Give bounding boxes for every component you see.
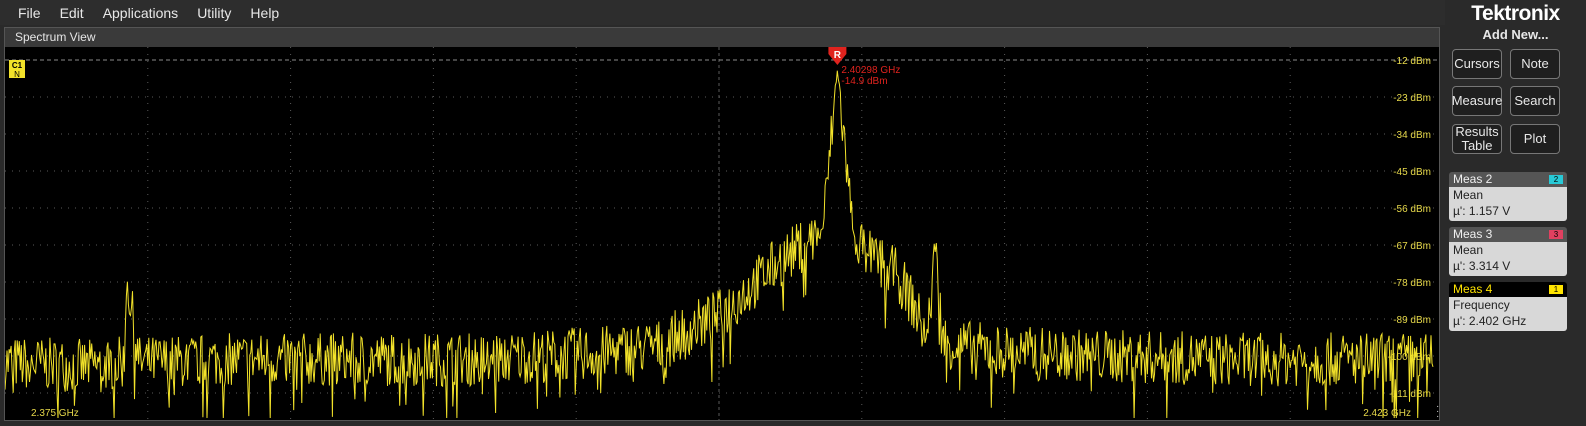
meas-3-title: Meas 3 xyxy=(1453,227,1493,241)
meas-3-header: Meas 3 3 xyxy=(1449,227,1567,242)
marker-frequency: 2.40298 GHz xyxy=(841,65,900,76)
meas-4-header: Meas 4 1 xyxy=(1449,282,1567,297)
marker-level: -14.9 dBm xyxy=(841,76,887,87)
menu-help[interactable]: Help xyxy=(250,5,298,21)
results-table-button[interactable]: Results Table xyxy=(1452,124,1502,154)
meas-3-type: Mean xyxy=(1453,243,1484,257)
meas-2-title: Meas 2 xyxy=(1453,172,1493,186)
menu-applications[interactable]: Applications xyxy=(103,5,198,21)
x-start-label: 2.375 GHz xyxy=(31,408,79,419)
meas-4-title: Meas 4 xyxy=(1453,282,1493,296)
y-tick-label: -56 dBm xyxy=(1393,204,1431,215)
y-tick-label: -67 dBm xyxy=(1393,241,1431,252)
y-tick-label: -23 dBm xyxy=(1393,93,1431,104)
spectrum-view-panel: Spectrum View -12 dBm -23 dBm -34 dBm -45 d… xyxy=(4,27,1440,421)
meas-2-source-tag: 2 xyxy=(1549,175,1563,184)
panel-title[interactable]: Spectrum View xyxy=(5,28,1439,47)
meas-4-badge[interactable]: Meas 4 1 Frequency µ': 2.402 GHz xyxy=(1449,282,1567,331)
meas-2-body: Mean µ': 1.157 V xyxy=(1449,187,1567,221)
channel-tag-label: C1 xyxy=(12,61,23,70)
menu-bar: File Edit Applications Utility Help xyxy=(0,0,1445,25)
add-new-heading: Add New... xyxy=(1482,27,1549,42)
meas-3-body: Mean µ': 3.314 V xyxy=(1449,242,1567,276)
right-sidebar: Tektronix Add New... Cursors Note Measur… xyxy=(1445,0,1586,426)
marker-letter: R xyxy=(834,50,842,61)
meas-3-source-tag: 3 xyxy=(1549,230,1563,239)
meas-4-source-tag: 1 xyxy=(1549,285,1563,294)
menu-file[interactable]: File xyxy=(0,5,60,21)
meas-2-header: Meas 2 2 xyxy=(1449,172,1567,187)
cursors-button[interactable]: Cursors xyxy=(1452,49,1502,79)
meas-3-badge[interactable]: Meas 3 3 Mean µ': 3.314 V xyxy=(1449,227,1567,276)
y-tick-label: -89 dBm xyxy=(1393,315,1431,326)
meas-4-value: µ': 2.402 GHz xyxy=(1453,314,1527,328)
menu-utility[interactable]: Utility xyxy=(197,5,250,21)
spectrum-plot[interactable]: -12 dBm -23 dBm -34 dBm -45 dBm -56 dBm -67 d… xyxy=(5,47,1439,420)
resize-grip-icon[interactable]: · · · xyxy=(1436,402,1440,422)
meas-4-type: Frequency xyxy=(1453,298,1510,312)
meas-4-body: Frequency µ': 2.402 GHz xyxy=(1449,297,1567,331)
channel-tag-sub: N xyxy=(14,70,20,79)
y-tick-label: -34 dBm xyxy=(1393,130,1431,141)
y-tick-label: -12 dBm xyxy=(1393,56,1431,67)
meas-2-type: Mean xyxy=(1453,188,1484,202)
search-button[interactable]: Search xyxy=(1510,86,1560,116)
meas-2-badge[interactable]: Meas 2 2 Mean µ': 1.157 V xyxy=(1449,172,1567,221)
meas-3-value: µ': 3.314 V xyxy=(1453,259,1511,273)
note-button[interactable]: Note xyxy=(1510,49,1560,79)
meas-2-value: µ': 1.157 V xyxy=(1453,204,1511,218)
y-tick-label: -45 dBm xyxy=(1393,167,1431,178)
x-end-label: 2.423 GHz xyxy=(1363,408,1411,419)
y-tick-label: -78 dBm xyxy=(1393,278,1431,289)
measure-button[interactable]: Measure xyxy=(1452,86,1502,116)
menu-edit[interactable]: Edit xyxy=(60,5,103,21)
brand-logo: Tektronix xyxy=(1471,2,1560,25)
plot-button[interactable]: Plot xyxy=(1510,124,1560,154)
